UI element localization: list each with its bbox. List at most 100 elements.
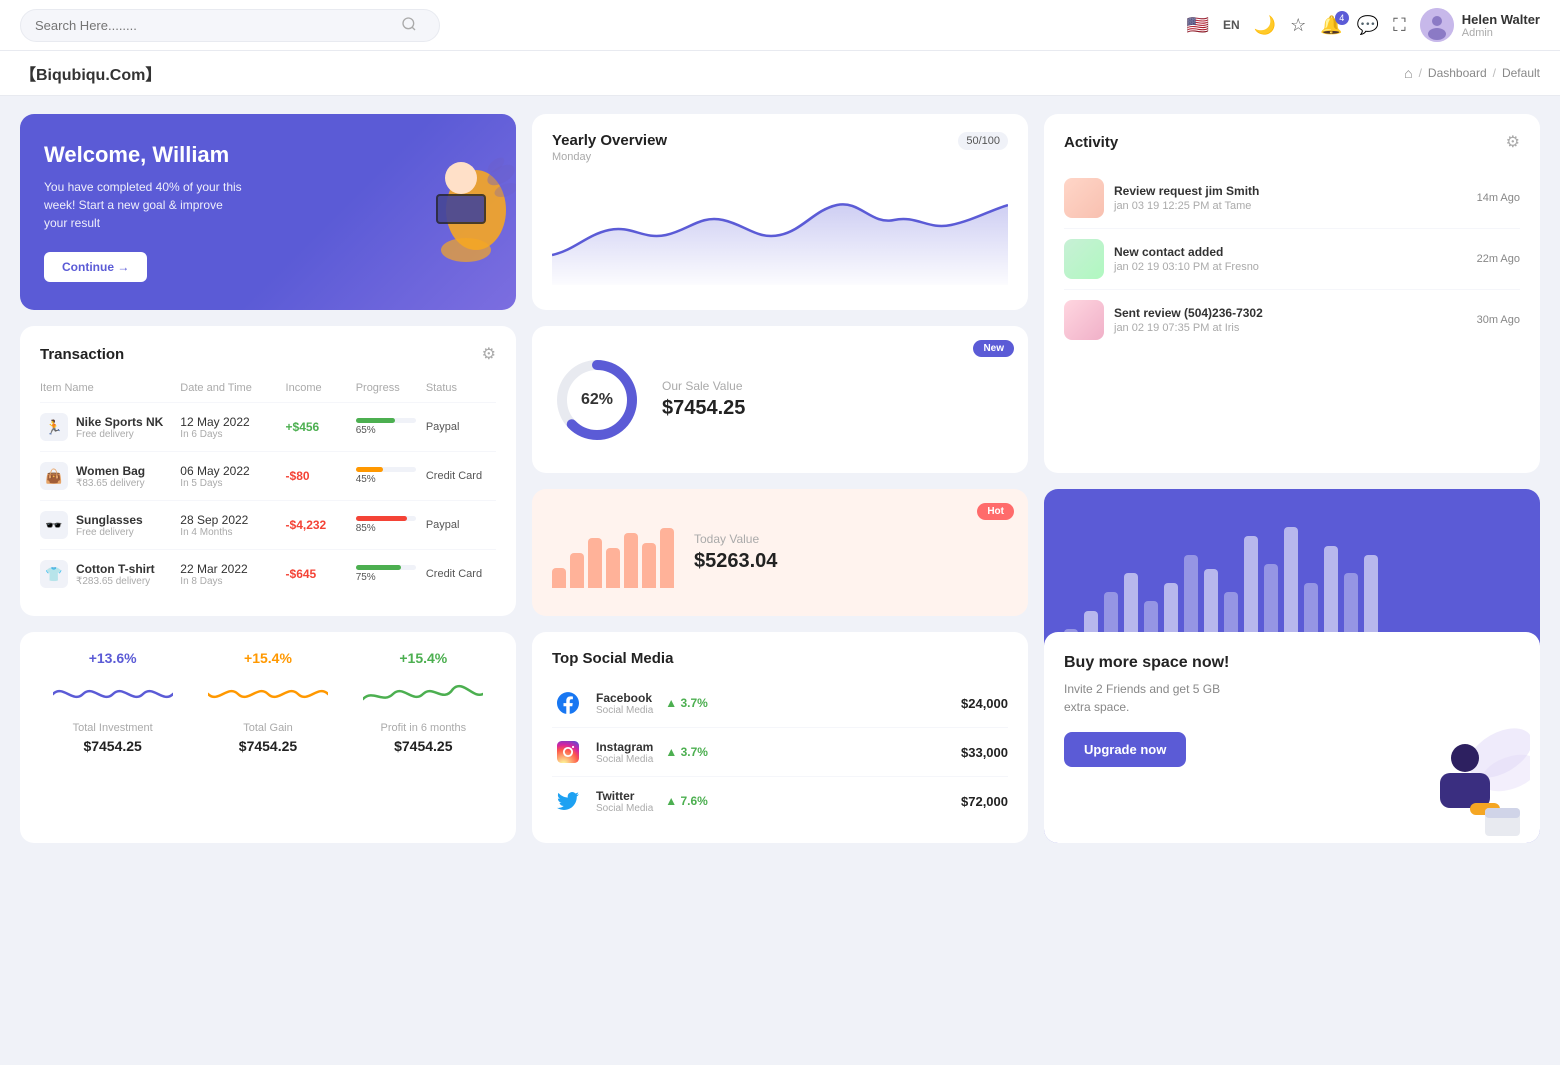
- home-icon[interactable]: ⌂: [1404, 65, 1412, 81]
- search-bar[interactable]: [20, 9, 440, 42]
- item-name-1: Women Bag: [76, 464, 145, 478]
- item-name-3: Cotton T-shirt: [76, 562, 155, 576]
- activity-avatar-1: [1064, 239, 1104, 279]
- activity-info-0: Review request jim Smith jan 03 19 12:25…: [1114, 184, 1467, 212]
- activity-desc-1: jan 02 19 03:10 PM at Fresno: [1114, 261, 1467, 273]
- continue-button[interactable]: Continue →: [44, 252, 147, 282]
- user-name: Helen Walter: [1462, 12, 1540, 27]
- activity-header: Activity ⚙: [1064, 132, 1520, 152]
- transaction-settings-icon[interactable]: ⚙: [482, 344, 496, 364]
- stat-value-2: $7454.25: [351, 738, 496, 754]
- item-cell-0: 🏃 Nike Sports NK Free delivery: [40, 413, 180, 441]
- item-status-0: Paypal: [426, 421, 496, 433]
- item-income-1: -$80: [286, 469, 356, 483]
- social-item-0: Facebook Social Media ▲ 3.7% $24,000: [552, 679, 1008, 728]
- activity-avatar-0: [1064, 178, 1104, 218]
- today-info: Today Value $5263.04: [694, 532, 777, 573]
- breadcrumb: ⌂ / Dashboard / Default: [1404, 65, 1540, 81]
- item-icon-3: 👕: [40, 560, 68, 588]
- activity-avatar-2: [1064, 300, 1104, 340]
- user-role: Admin: [1462, 27, 1540, 39]
- card-header: Yearly Overview Monday 50/100: [552, 132, 1008, 163]
- social-info-0: Facebook Social Media: [596, 691, 653, 716]
- navbar: 🇺🇸 EN 🌙 ☆ 🔔 4 💬 ⛶ Helen Walter Admin: [0, 0, 1560, 51]
- user-details: Helen Walter Admin: [1462, 12, 1540, 39]
- table-header: Item Name Date and Time Income Progress …: [40, 374, 496, 403]
- transaction-title: Transaction: [40, 346, 124, 363]
- notification-icon[interactable]: 🔔 4: [1320, 15, 1342, 36]
- item-icon-1: 👜: [40, 462, 68, 490]
- activity-title-2: Sent review (504)236-7302: [1114, 306, 1467, 320]
- search-icon: [401, 16, 417, 35]
- item-name-0: Nike Sports NK: [76, 415, 163, 429]
- col-item: Item Name: [40, 382, 180, 394]
- hot-badge: Hot: [977, 503, 1014, 520]
- sale-label: Our Sale Value: [662, 379, 745, 393]
- stat-pct-1: +15.4%: [195, 650, 340, 666]
- today-value: $5263.04: [694, 550, 777, 573]
- brand-logo: 【Biqubiqu.Com】: [20, 61, 161, 85]
- activity-settings-icon[interactable]: ⚙: [1506, 132, 1520, 152]
- item-cell-2: 🕶️ Sunglasses Free delivery: [40, 511, 180, 539]
- item-sub-3: ₹283.65 delivery: [76, 576, 155, 587]
- welcome-banner: Welcome, William You have completed 40% …: [20, 114, 516, 310]
- promo-title: Buy more space now!: [1064, 654, 1244, 672]
- item-date-2: 28 Sep 2022 In 4 Months: [180, 513, 285, 538]
- yearly-chart: [552, 175, 1008, 285]
- chat-icon[interactable]: 💬: [1357, 15, 1379, 36]
- transaction-card: Transaction ⚙ Item Name Date and Time In…: [20, 326, 516, 616]
- social-amount-1: $33,000: [961, 745, 1008, 760]
- banner-illustration: [356, 150, 516, 310]
- promo-card: Buy more space now! Invite 2 Friends and…: [1044, 632, 1540, 843]
- item-progress-2: 85%: [356, 516, 426, 534]
- item-income-3: -$645: [286, 567, 356, 581]
- table-row-0: 🏃 Nike Sports NK Free delivery 12 May 20…: [40, 403, 496, 452]
- moon-icon[interactable]: 🌙: [1254, 15, 1276, 36]
- today-label: Today Value: [694, 532, 777, 546]
- transaction-rows: 🏃 Nike Sports NK Free delivery 12 May 20…: [40, 403, 496, 598]
- welcome-subtitle: You have completed 40% of your this week…: [44, 178, 244, 232]
- item-cell-1: 👜 Women Bag ₹83.65 delivery: [40, 462, 180, 490]
- activity-time-0: 14m Ago: [1477, 192, 1520, 204]
- sale-value: $7454.25: [662, 397, 745, 420]
- today-bar-0: [552, 568, 566, 588]
- user-menu[interactable]: Helen Walter Admin: [1420, 8, 1540, 42]
- social-amount-2: $72,000: [961, 794, 1008, 809]
- social-icon-twitter: [552, 785, 584, 817]
- col-progress: Progress: [356, 382, 426, 394]
- social-title: Top Social Media: [552, 650, 1008, 667]
- activity-item-0: Review request jim Smith jan 03 19 12:25…: [1064, 168, 1520, 229]
- social-icon-facebook: [552, 687, 584, 719]
- donut-percent: 62%: [581, 391, 613, 409]
- activity-desc-2: jan 02 19 07:35 PM at Iris: [1114, 322, 1467, 334]
- upgrade-button[interactable]: Upgrade now: [1064, 732, 1186, 767]
- item-sub-1: ₹83.65 delivery: [76, 478, 145, 489]
- breadcrumb-dashboard[interactable]: Dashboard: [1428, 66, 1487, 80]
- stat-label-0: Total Investment: [40, 722, 185, 734]
- sale-info: Our Sale Value $7454.25: [662, 379, 745, 420]
- today-bar-4: [624, 533, 638, 588]
- nav-right: 🇺🇸 EN 🌙 ☆ 🔔 4 💬 ⛶ Helen Walter Admin: [1187, 8, 1540, 42]
- yearly-title: Yearly Overview: [552, 132, 667, 149]
- activity-info-2: Sent review (504)236-7302 jan 02 19 07:3…: [1114, 306, 1467, 334]
- activity-item-2: Sent review (504)236-7302 jan 02 19 07:3…: [1064, 290, 1520, 350]
- yearly-subtitle: Monday: [552, 151, 667, 163]
- item-date-1: 06 May 2022 In 5 Days: [180, 464, 285, 489]
- activity-time-1: 22m Ago: [1477, 253, 1520, 265]
- stat-sparkline-0: [40, 674, 185, 714]
- yearly-badge: 50/100: [958, 132, 1008, 150]
- social-info-2: Twitter Social Media: [596, 789, 653, 814]
- avatar: [1420, 8, 1454, 42]
- stat-pct-2: +15.4%: [351, 650, 496, 666]
- table-row-2: 🕶️ Sunglasses Free delivery 28 Sep 2022 …: [40, 501, 496, 550]
- social-pct-0: ▲ 3.7%: [665, 696, 708, 710]
- search-input[interactable]: [35, 18, 395, 33]
- stat-value-0: $7454.25: [40, 738, 185, 754]
- item-icon-0: 🏃: [40, 413, 68, 441]
- notification-badge: 4: [1335, 11, 1349, 25]
- donut-chart: 62%: [552, 355, 642, 445]
- star-icon[interactable]: ☆: [1290, 15, 1306, 36]
- activity-title: Activity: [1064, 134, 1118, 151]
- stat-sparkline-1: [195, 674, 340, 714]
- expand-icon[interactable]: ⛶: [1393, 15, 1406, 36]
